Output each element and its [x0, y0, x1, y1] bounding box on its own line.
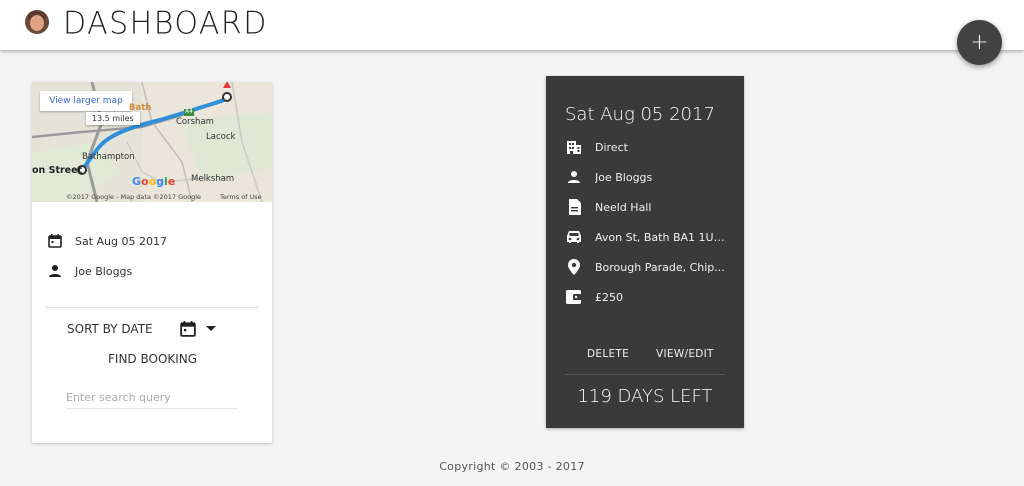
booking-pickup: Avon St, Bath BA1 1UP,...	[595, 230, 730, 244]
booking-price: £250	[595, 290, 623, 304]
booking-destination: Borough Parade, Chip...	[595, 260, 725, 274]
summary-card: View larger map 13.5 miles Bath A4 Corsh…	[32, 82, 272, 443]
booking-pickup-row: Avon St, Bath BA1 1UP,...	[565, 228, 730, 246]
find-booking-button[interactable]: FIND BOOKING	[108, 352, 197, 366]
delete-button[interactable]: DELETE	[587, 348, 629, 360]
days-left-counter: 119 DAYS LEFT	[577, 386, 713, 407]
booking-type: Direct	[595, 140, 628, 154]
booking-divider	[565, 374, 725, 375]
booking-venue: Neeld Hall	[595, 200, 652, 214]
footer-copyright: Copyright © 2003 - 2017	[439, 460, 585, 473]
add-booking-button[interactable]: +	[957, 20, 1002, 65]
person-icon	[46, 262, 64, 280]
location-pin-icon	[565, 258, 583, 276]
avatar[interactable]	[25, 10, 49, 34]
booking-date: Sat Aug 05 2017	[565, 104, 715, 125]
document-icon	[565, 198, 583, 216]
chevron-down-icon[interactable]	[206, 326, 216, 331]
building-icon	[565, 138, 583, 156]
calendar-icon[interactable]	[180, 321, 196, 341]
booking-price-row: £250	[565, 288, 623, 306]
map-label-street: on Street	[32, 165, 83, 176]
summary-date-row: Sat Aug 05 2017	[46, 232, 167, 250]
app-header: DASHBOARD	[0, 0, 1024, 50]
summary-person-row: Joe Bloggs	[46, 262, 132, 280]
summary-date: Sat Aug 05 2017	[75, 234, 167, 248]
map-label-a4: A4	[185, 108, 193, 115]
sort-by-date-button[interactable]: SORT BY DATE	[67, 322, 153, 336]
map-label-bath: Bath	[129, 103, 152, 113]
map-label-bathampton: Bathampton	[82, 152, 135, 162]
booking-person-row: Joe Bloggs	[565, 168, 652, 186]
card-divider	[45, 307, 259, 308]
route-distance: 13.5 miles	[86, 112, 140, 125]
map-label-melksham: Melksham	[191, 174, 235, 184]
map-label-lacock: Lacock	[206, 132, 236, 142]
map-terms-link[interactable]: Terms of Use	[220, 193, 262, 201]
map-copyright: ©2017 Google - Map data ©2017 Google	[66, 193, 202, 201]
page-title: DASHBOARD	[63, 5, 268, 42]
person-icon	[565, 168, 583, 186]
booking-person: Joe Bloggs	[595, 170, 653, 184]
search-input[interactable]	[66, 387, 238, 409]
car-icon	[565, 228, 583, 246]
booking-destination-row: Borough Parade, Chip...	[565, 258, 725, 276]
google-logo: Google	[132, 175, 176, 188]
map-label-corsham: Corsham	[176, 117, 214, 127]
route-map[interactable]: View larger map 13.5 miles Bath A4 Corsh…	[32, 82, 272, 202]
summary-person: Joe Bloggs	[75, 264, 133, 278]
booking-type-row: Direct	[565, 138, 628, 156]
calendar-icon	[46, 232, 64, 250]
booking-venue-row: Neeld Hall	[565, 198, 651, 216]
wallet-icon	[565, 288, 583, 306]
view-edit-button[interactable]: VIEW/EDIT	[656, 348, 714, 360]
avatar-face	[30, 15, 44, 31]
view-larger-map-link[interactable]: View larger map	[40, 91, 132, 111]
booking-card: Sat Aug 05 2017 Direct Joe Bloggs Neeld …	[546, 76, 744, 428]
